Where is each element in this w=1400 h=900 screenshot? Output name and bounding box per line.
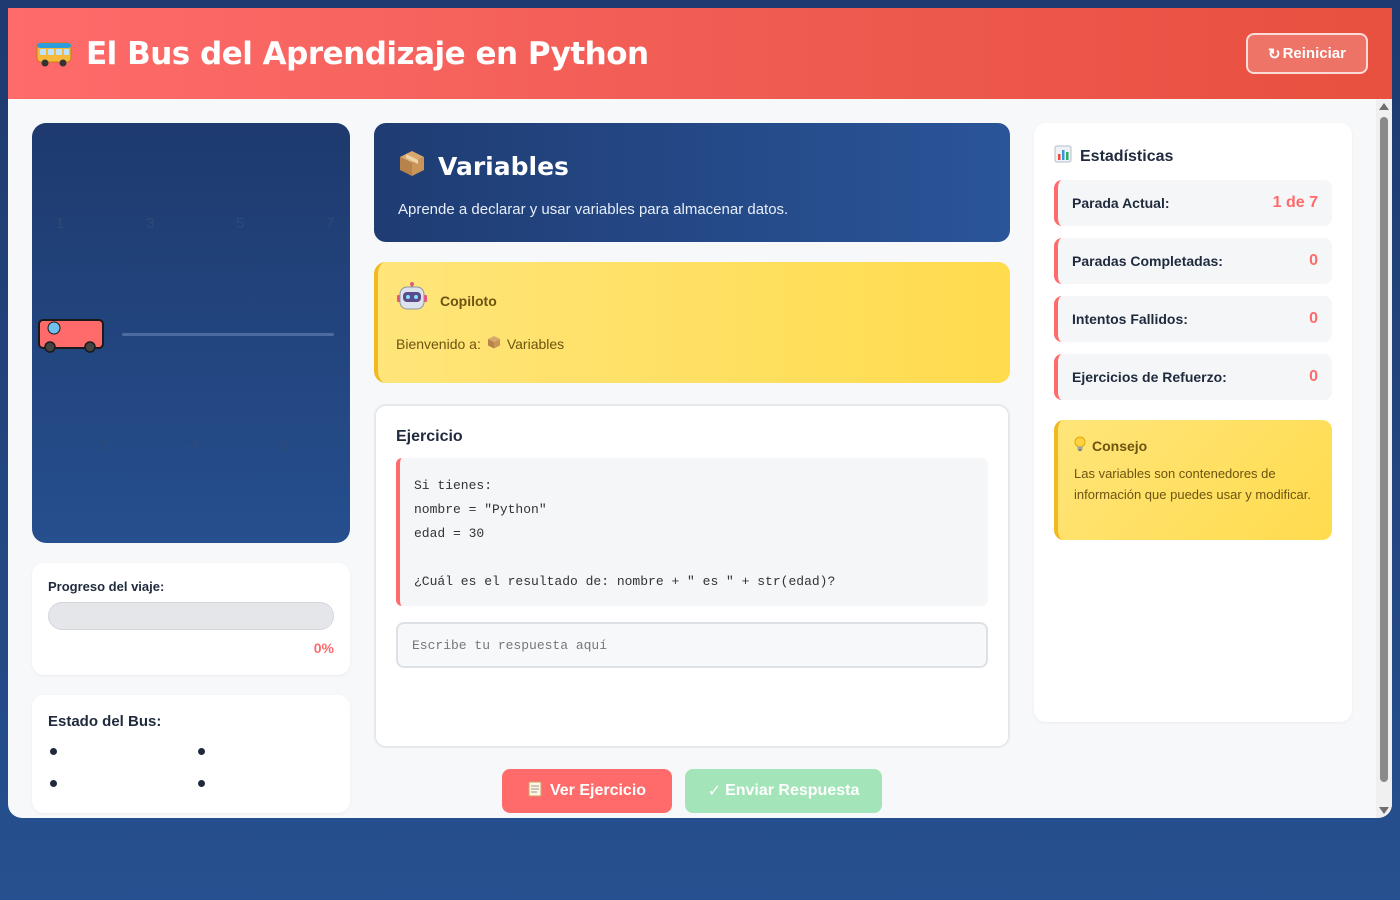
stat-current-stop: Parada Actual: 1 de 7 [1054,180,1332,226]
app-title: El Bus del Aprendizaje en Python [36,36,649,72]
topic-title: Variables [398,149,986,183]
restart-button[interactable]: ↻ Reiniciar [1246,33,1368,74]
tip-panel: Consejo Las variables son contenedores d… [1054,420,1332,540]
exercise-code: Si tienes: nombre = "Python" edad = 30 ¿… [396,458,988,606]
stat-value: 0 [1309,252,1318,269]
stats-title: Estadísticas [1054,145,1332,168]
stat-label: Paradas Completadas: [1072,253,1223,269]
progress-panel: Progreso del viaje: 0% [32,563,350,675]
bar-chart-icon [1054,145,1072,168]
main-content: 1 3 5 7 2 4 6 Progreso del viaje: 0% Est… [8,99,1376,818]
stat-completed-stops: Paradas Completadas: 0 [1054,238,1332,284]
stop-label: 5 [236,215,245,232]
submit-answer-label: Enviar Respuesta [725,782,860,799]
package-icon [487,335,501,352]
topic-title-text: Variables [438,151,569,181]
exercise-panel: Ejercicio Si tienes: nombre = "Python" e… [374,404,1010,748]
answer-input[interactable] [396,622,988,668]
code-line: nombre = "Python" [414,502,547,517]
app-title-text: El Bus del Aprendizaje en Python [86,35,649,72]
exercise-title: Ejercicio [396,428,463,445]
bus-status-list [48,744,334,804]
bullet-icon [50,780,57,787]
bullet-icon [50,748,57,755]
scroll-thumb[interactable] [1380,117,1388,782]
stats-title-text: Estadísticas [1080,147,1174,165]
code-line: edad = 30 [414,526,485,541]
submit-answer-button[interactable]: ✓ Enviar Respuesta [685,769,882,813]
stat-label: Ejercicios de Refuerzo: [1072,369,1227,385]
restart-label: Reiniciar [1282,45,1346,62]
scroll-down-icon[interactable] [1379,807,1389,814]
copilot-message: Bienvenido a: Variables [396,335,992,352]
stat-value: 1 de 7 [1272,194,1318,211]
tip-text: Las variables son contenedores de inform… [1074,466,1312,502]
stop-label: 2 [100,437,109,454]
app-window: El Bus del Aprendizaje en Python ↻ Reini… [8,8,1392,818]
copilot-header: Copiloto [396,282,992,319]
bus-status-title: Estado del Bus: [48,713,162,730]
copilot-name: Copiloto [440,292,497,309]
tip-title-text: Consejo [1092,437,1148,454]
view-exercise-label: Ver Ejercicio [549,782,647,799]
stat-value: 0 [1309,310,1318,327]
stop-label: 3 [146,215,155,232]
stats-panel: Estadísticas Parada Actual: 1 de 7 Parad… [1034,123,1352,722]
vertical-scrollbar[interactable] [1376,99,1392,818]
topic-description: Aprende a declarar y usar variables para… [398,201,789,218]
bullet-icon [198,780,205,787]
stop-label: 7 [326,215,335,232]
checkmark-icon: ✓ [707,783,722,800]
memo-icon [528,781,542,802]
progress-bar [48,602,334,630]
progress-label: Progreso del viaje: [48,579,165,594]
stat-label: Intentos Fallidos: [1072,311,1188,327]
bus-status-panel: Estado del Bus: [32,695,350,813]
stat-reinforcement: Ejercicios de Refuerzo: 0 [1054,354,1332,400]
stat-value: 0 [1309,368,1318,385]
bullet-icon [198,748,205,755]
copilot-message-topic: Variables [506,335,565,352]
stop-label: 6 [280,437,289,454]
route-map: 1 3 5 7 2 4 6 [32,123,350,543]
code-line: ¿Cuál es el resultado de: nombre + " es … [414,574,836,589]
refresh-icon: ↻ [1268,45,1281,63]
lightbulb-icon [1074,436,1086,455]
stop-label: 1 [56,215,65,232]
copilot-panel: Copiloto Bienvenido a: Variables [374,262,1010,383]
progress-percent: 0% [313,640,334,656]
tip-title: Consejo [1074,436,1316,455]
code-line: Si tienes: [414,478,493,493]
route-road [122,333,334,336]
stat-label: Parada Actual: [1072,195,1170,211]
stop-label: 4 [190,437,199,454]
copilot-message-prefix: Bienvenido a: [396,335,481,352]
scroll-up-icon[interactable] [1379,103,1389,110]
header: El Bus del Aprendizaje en Python ↻ Reini… [8,8,1392,99]
topic-header: Variables Aprende a declarar y usar vari… [374,123,1010,242]
robot-icon [396,282,428,319]
view-exercise-button[interactable]: Ver Ejercicio [502,769,672,813]
package-icon [398,149,426,183]
bus-icon [36,40,72,68]
stat-failed-attempts: Intentos Fallidos: 0 [1054,296,1332,342]
bus-sprite [38,319,104,353]
